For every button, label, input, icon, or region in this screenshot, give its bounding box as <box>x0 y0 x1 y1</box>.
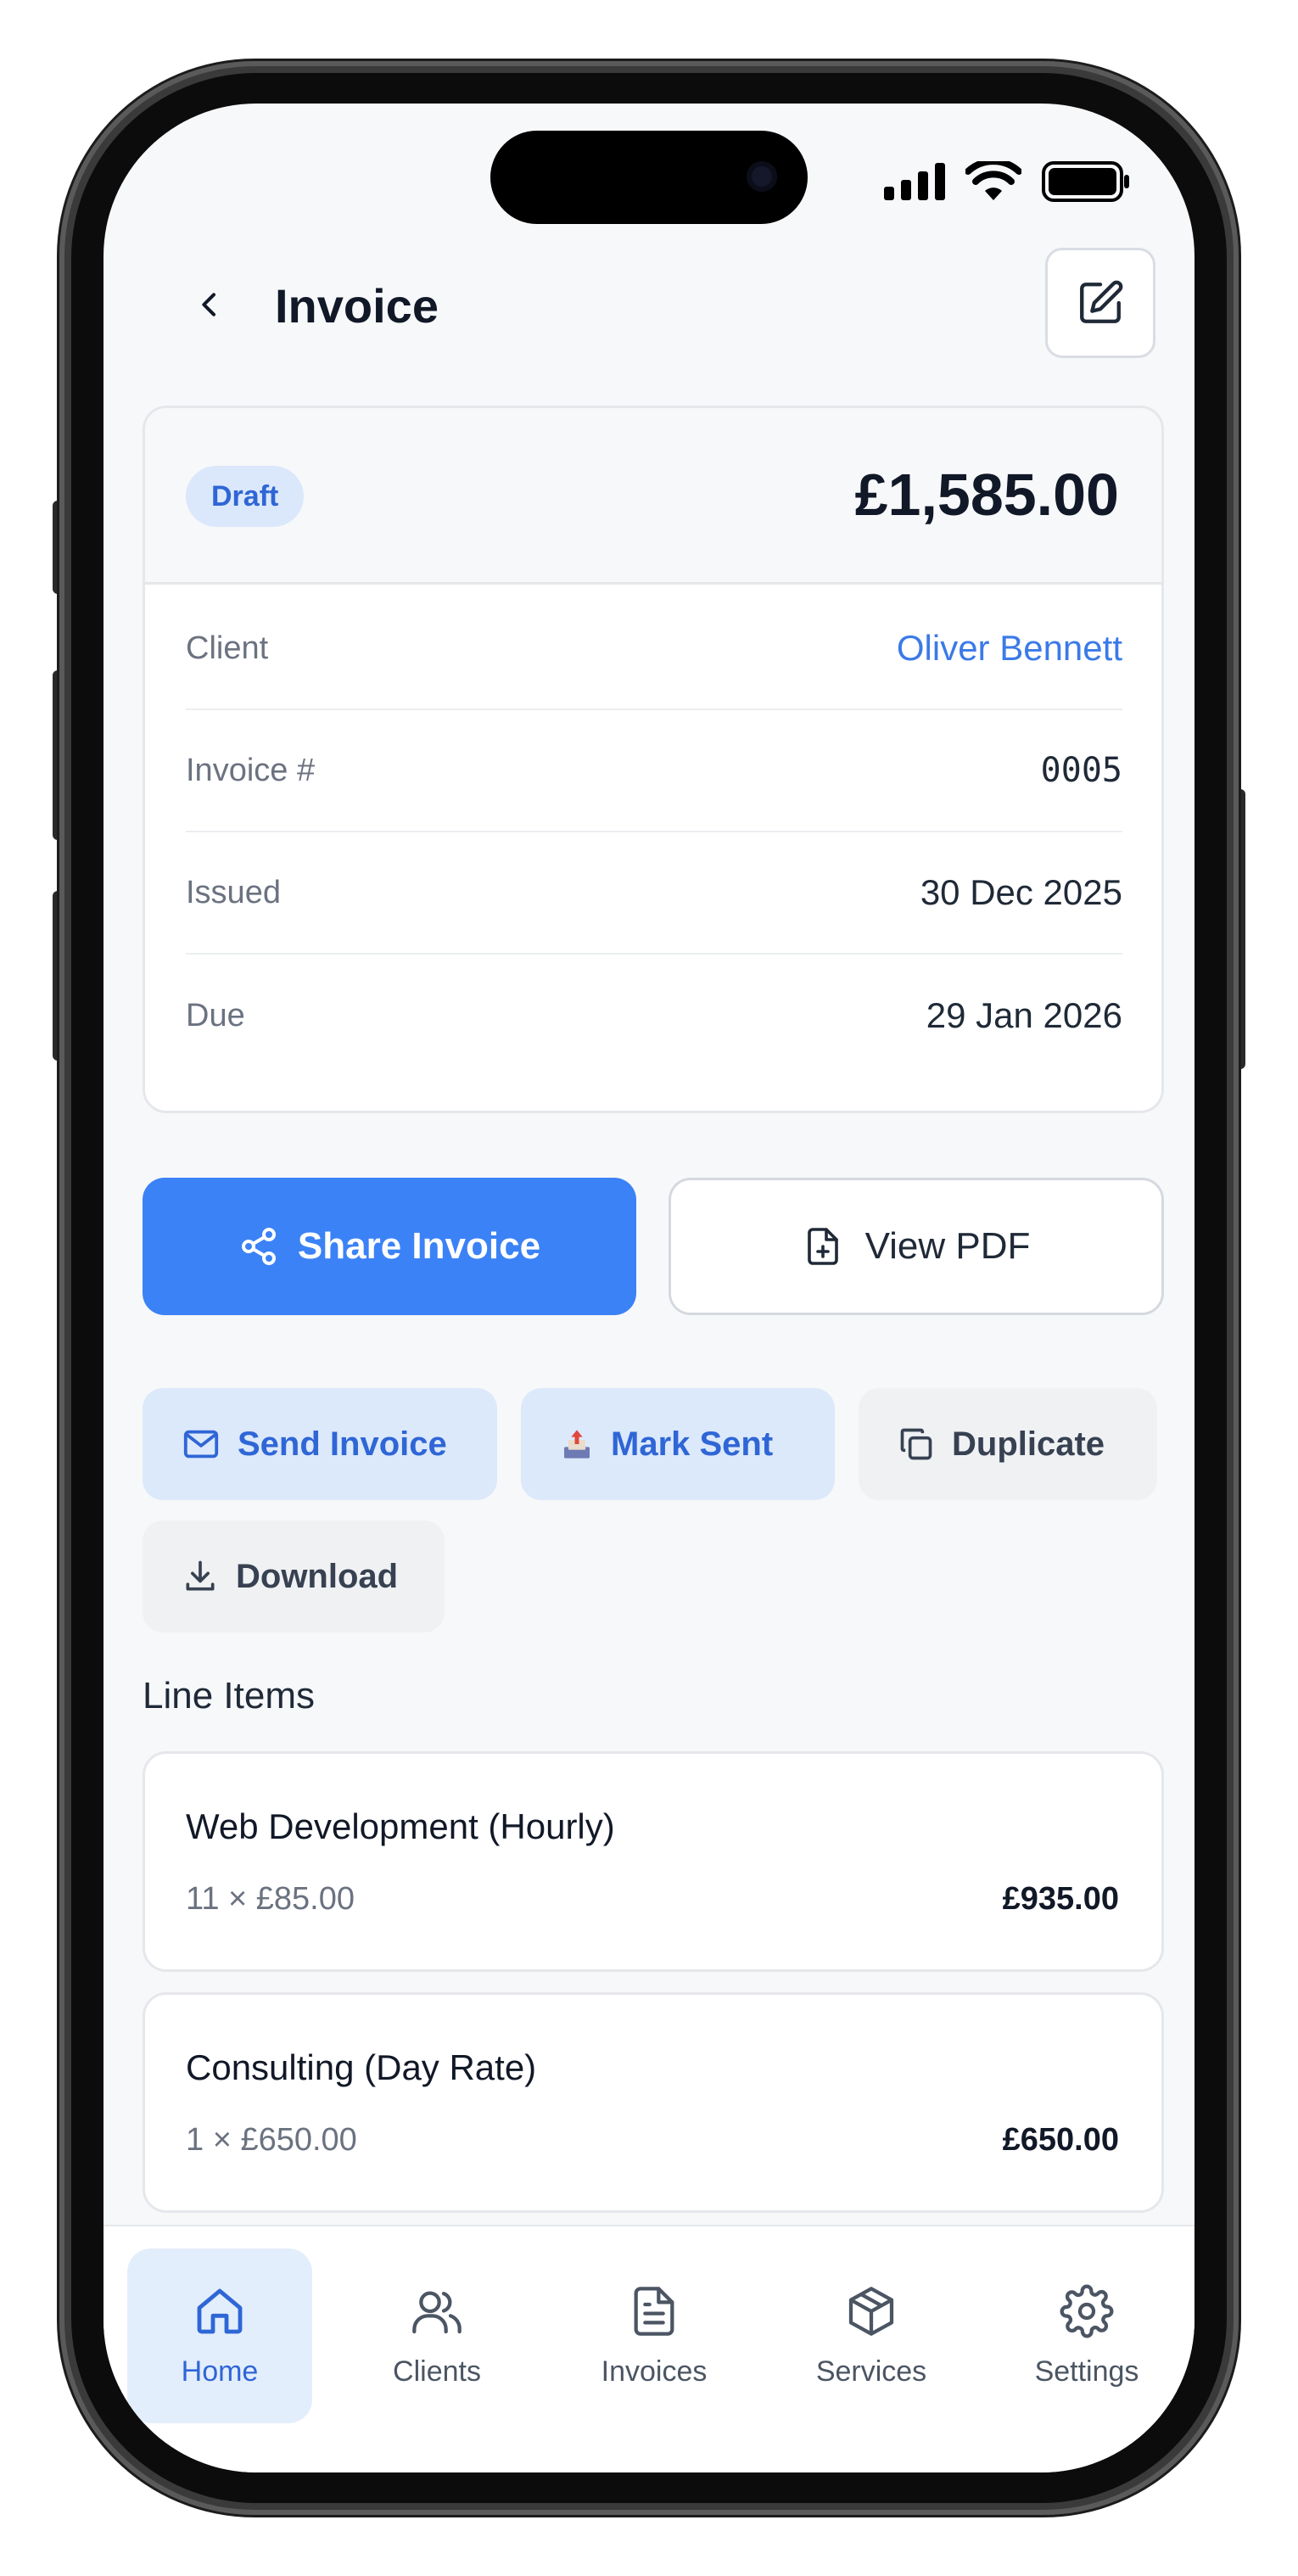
client-row: Client Oliver Bennett <box>186 588 1122 710</box>
invoice-number-row: Invoice # 0005 <box>186 710 1122 832</box>
mark-sent-button[interactable]: Mark Sent <box>521 1388 835 1500</box>
client-label: Client <box>186 630 269 666</box>
line-item-quantity: 11 × £85.00 <box>186 1881 355 1917</box>
download-button[interactable]: Download <box>143 1520 445 1632</box>
client-link[interactable]: Oliver Bennett <box>897 628 1122 669</box>
users-icon <box>412 2291 462 2333</box>
mark-sent-label: Mark Sent <box>611 1425 774 1463</box>
status-badge: Draft <box>186 466 305 527</box>
line-item[interactable]: Web Development (Hourly) 11 × £85.00 £93… <box>143 1751 1164 1972</box>
file-plus-icon <box>807 1228 838 1265</box>
dynamic-island <box>490 131 808 224</box>
send-invoice-label: Send Invoice <box>238 1425 447 1463</box>
invoice-total: £1,585.00 <box>854 462 1119 528</box>
line-item-name: Consulting (Day Rate) <box>186 2047 537 2087</box>
tab-settings-label: Settings <box>1034 2355 1139 2388</box>
download-label: Download <box>236 1557 399 1595</box>
share-icon <box>241 1228 276 1265</box>
status-bar <box>884 158 1130 205</box>
mail-icon <box>183 1430 219 1459</box>
duplicate-button[interactable]: Duplicate <box>859 1388 1157 1500</box>
outbox-icon <box>564 1430 590 1459</box>
due-label: Due <box>186 997 245 1033</box>
copy-icon <box>900 1428 932 1460</box>
invoice-number-value: 0005 <box>1040 751 1122 790</box>
tab-services-label: Services <box>815 2355 927 2388</box>
tab-bar: Home Clients Invoices Services Settings <box>104 2225 1194 2472</box>
header: Invoice <box>104 248 1194 358</box>
download-icon <box>186 1560 215 1591</box>
home-icon <box>197 2288 243 2333</box>
tab-invoices[interactable]: Invoices <box>562 2248 747 2423</box>
tab-invoices-label: Invoices <box>601 2355 708 2388</box>
view-pdf-label: View PDF <box>864 1225 1031 1267</box>
line-item-total: £650.00 <box>1002 2122 1119 2158</box>
view-pdf-button[interactable]: View PDF <box>669 1178 1164 1315</box>
edit-button[interactable] <box>1045 248 1155 358</box>
tab-home-label: Home <box>181 2355 259 2388</box>
chevron-left-icon <box>202 293 215 316</box>
page-title: Invoice <box>275 279 439 333</box>
duplicate-label: Duplicate <box>952 1425 1105 1463</box>
invoice-summary-card: Draft £1,585.00 Client Oliver Bennett In… <box>143 406 1164 1113</box>
tab-home[interactable]: Home <box>127 2248 312 2423</box>
wifi-icon <box>965 161 1021 200</box>
signal-icon <box>884 163 945 200</box>
battery-icon <box>1042 161 1129 202</box>
camera-icon <box>747 161 777 192</box>
invoice-number-label: Invoice # <box>186 752 316 788</box>
line-item-total: £935.00 <box>1002 1881 1119 1917</box>
issued-label: Issued <box>186 874 281 910</box>
tab-clients-label: Clients <box>393 2355 481 2388</box>
package-icon <box>848 2286 894 2336</box>
issued-row: Issued 30 Dec 2025 <box>186 832 1122 955</box>
due-row: Due 29 Jan 2026 <box>186 955 1122 1077</box>
share-invoice-button[interactable]: Share Invoice <box>143 1178 636 1315</box>
tab-settings[interactable]: Settings <box>994 2248 1179 2423</box>
send-invoice-button[interactable]: Send Invoice <box>143 1388 497 1500</box>
screen: Invoice Draft £1,585.00 Client Oliver Be… <box>104 104 1194 2472</box>
tab-clients[interactable]: Clients <box>344 2248 529 2423</box>
document-icon <box>634 2286 674 2336</box>
tab-services[interactable]: Services <box>779 2248 964 2423</box>
line-items-title: Line Items <box>143 1675 315 1716</box>
line-item[interactable]: Consulting (Day Rate) 1 × £650.00 £650.0… <box>143 1992 1164 2213</box>
line-item-quantity: 1 × £650.00 <box>186 2122 357 2158</box>
due-date: 29 Jan 2026 <box>926 995 1122 1035</box>
line-item-name: Web Development (Hourly) <box>186 1806 615 1846</box>
issued-date: 30 Dec 2025 <box>920 872 1122 912</box>
back-button[interactable] <box>180 275 239 334</box>
share-invoice-label: Share Invoice <box>297 1225 541 1267</box>
summary-header: Draft £1,585.00 <box>145 408 1161 585</box>
gear-icon <box>1060 2284 1114 2338</box>
edit-icon <box>1080 280 1123 323</box>
